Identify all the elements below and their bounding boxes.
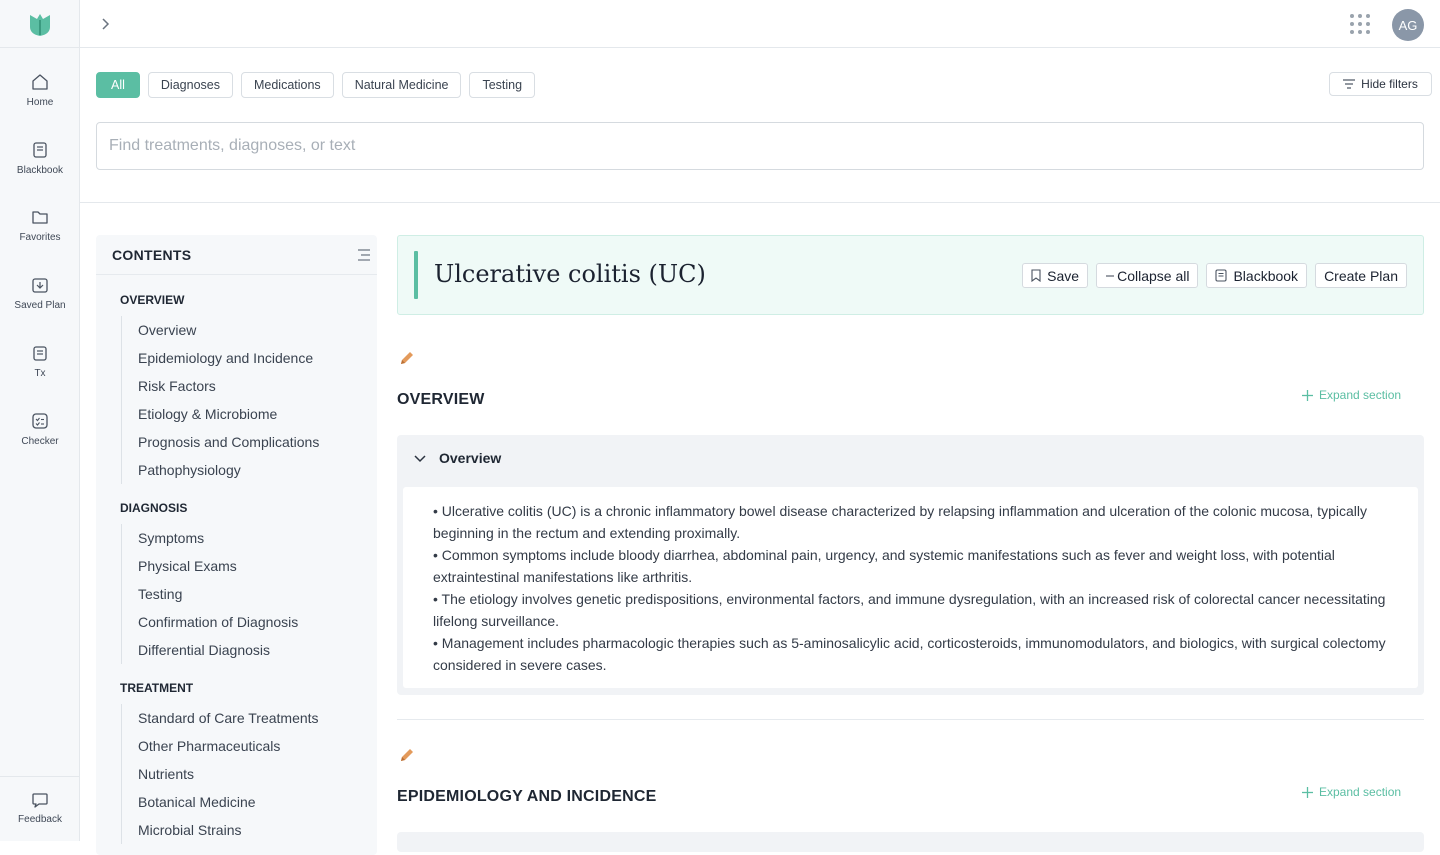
toc-link[interactable]: Microbial Strains	[122, 816, 319, 844]
filter-chip-testing[interactable]: Testing	[469, 72, 536, 98]
toc-link[interactable]: Other Pharmaceuticals	[122, 732, 319, 760]
toc-group-diagnosis: Symptoms Physical Exams Testing Confirma…	[121, 524, 298, 664]
toc-link[interactable]: Risk Factors	[122, 372, 319, 400]
plus-icon	[1302, 389, 1313, 401]
toc-link[interactable]: Epidemiology and Incidence	[122, 344, 319, 372]
search-input[interactable]	[96, 122, 1424, 170]
section-title-overview: OVERVIEW	[397, 391, 485, 408]
rail-label: Checker	[21, 436, 59, 447]
rail-label: Blackbook	[16, 165, 64, 176]
page-title: Ulcerative colitis (UC)	[434, 260, 706, 288]
expand-section-label: Expand section	[1319, 785, 1402, 799]
filter-icon	[1343, 79, 1356, 89]
chevron-right-icon[interactable]	[96, 15, 114, 33]
clipboard-icon	[33, 346, 47, 361]
rail-item-saved-plan[interactable]: Saved Plan	[0, 276, 80, 311]
overview-panel-toggle[interactable]: Overview	[397, 435, 1424, 481]
rail-label: Tx	[34, 368, 46, 379]
filter-chips: All Diagnoses Medications Natural Medici…	[96, 72, 536, 98]
minus-icon	[1106, 274, 1115, 277]
collapse-all-label: Collapse all	[1117, 267, 1190, 284]
bullet: • Ulcerative colitis (UC) is a chronic i…	[433, 503, 1367, 541]
panel-title: Overview	[439, 450, 502, 466]
blackbook-label: Blackbook	[1233, 267, 1299, 284]
rail-item-home[interactable]: Home	[0, 73, 80, 108]
saved-plan-icon	[32, 278, 48, 293]
overview-panel: Overview • Ulcerative colitis (UC) is a …	[397, 435, 1424, 695]
toc-link[interactable]: Standard of Care Treatments	[122, 704, 319, 732]
toc-link[interactable]: Symptoms	[122, 524, 298, 552]
rail-label: Saved Plan	[14, 300, 66, 311]
epidemiology-panel	[397, 832, 1424, 852]
home-icon	[32, 74, 48, 90]
save-button[interactable]: Save	[1022, 263, 1089, 288]
toc-link[interactable]: Prognosis and Complications	[122, 428, 319, 456]
blackbook-button[interactable]: Blackbook	[1206, 263, 1308, 288]
hide-filters-label: Hide filters	[1361, 77, 1418, 91]
overview-content: • Ulcerative colitis (UC) is a chronic i…	[403, 487, 1418, 688]
left-rail: Home Blackbook Favorites Saved Plan Tx C…	[0, 0, 80, 841]
toc-section-overview[interactable]: OVERVIEW	[120, 293, 184, 307]
book-icon	[1215, 269, 1228, 282]
expand-section-button[interactable]: Expand section	[1302, 388, 1401, 402]
rail-item-tx[interactable]: Tx	[0, 344, 80, 379]
rail-item-favorites[interactable]: Favorites	[0, 208, 80, 243]
rail-label: Home	[26, 97, 54, 108]
filter-chip-diagnoses[interactable]: Diagnoses	[147, 72, 233, 98]
apps-grid-icon[interactable]	[1349, 13, 1371, 35]
pencil-icon[interactable]	[399, 350, 415, 366]
expand-section-button[interactable]: Expand section	[1302, 785, 1401, 799]
title-accent-bar	[414, 251, 418, 299]
toc-link[interactable]: Confirmation of Diagnosis	[122, 608, 298, 636]
rail-item-checker[interactable]: Checker	[0, 412, 80, 447]
leaf-logo-icon	[29, 13, 50, 36]
bullet: • The etiology involves genetic predispo…	[433, 591, 1386, 629]
save-label: Save	[1047, 267, 1080, 284]
rail-item-feedback[interactable]: Feedback	[0, 776, 80, 841]
top-bar: AG	[80, 0, 1440, 48]
chat-bubble-icon	[32, 793, 48, 808]
hide-filters-button[interactable]: Hide filters	[1329, 72, 1432, 96]
toc-link[interactable]: Physical Exams	[122, 552, 298, 580]
rail-item-blackbook[interactable]: Blackbook	[0, 141, 80, 176]
chevron-down-icon	[414, 455, 426, 463]
header-divider	[80, 202, 1440, 203]
contents-sidebar: CONTENTS OVERVIEW Overview Epidemiology …	[96, 235, 377, 855]
toc-link[interactable]: Etiology & Microbiome	[122, 400, 319, 428]
app-logo[interactable]	[0, 0, 79, 48]
contents-title: CONTENTS	[96, 235, 377, 275]
toc-link[interactable]: Botanical Medicine	[122, 788, 319, 816]
toc-link[interactable]: Testing	[122, 580, 298, 608]
filter-chip-natural-medicine[interactable]: Natural Medicine	[341, 72, 462, 98]
filter-chip-medications[interactable]: Medications	[240, 72, 334, 98]
toc-section-diagnosis[interactable]: DIAGNOSIS	[120, 501, 187, 515]
collapse-all-button[interactable]: Collapse all	[1096, 263, 1199, 288]
toc-group-treatment: Standard of Care Treatments Other Pharma…	[121, 704, 319, 844]
toc-link[interactable]: Overview	[122, 316, 319, 344]
bookmark-icon	[1031, 269, 1041, 282]
section-divider	[397, 719, 1424, 720]
article-actions: Save Collapse all Blackbook Create Plan	[1022, 263, 1407, 288]
expand-section-label: Expand section	[1319, 388, 1402, 402]
list-menu-icon[interactable]	[357, 248, 371, 262]
checker-icon	[32, 413, 48, 429]
article-header: Ulcerative colitis (UC) Save Collapse al…	[397, 235, 1424, 315]
toc-section-treatment[interactable]: TREATMENT	[120, 681, 193, 695]
create-plan-button[interactable]: Create Plan	[1315, 263, 1407, 288]
rail-label: Feedback	[18, 814, 62, 825]
bullet: • Management includes pharmacologic ther…	[433, 635, 1386, 673]
book-icon	[33, 142, 47, 158]
folder-icon	[32, 211, 48, 224]
filter-chip-all[interactable]: All	[96, 72, 140, 98]
rail-label: Favorites	[19, 232, 61, 243]
pencil-icon[interactable]	[399, 747, 415, 763]
toc-link[interactable]: Pathophysiology	[122, 456, 319, 484]
bullet: • Common symptoms include bloody diarrhe…	[433, 547, 1335, 585]
avatar[interactable]: AG	[1392, 9, 1424, 41]
plus-icon	[1302, 786, 1313, 798]
toc-link[interactable]: Nutrients	[122, 760, 319, 788]
toc-link[interactable]: Differential Diagnosis	[122, 636, 298, 664]
toc-group-overview: Overview Epidemiology and Incidence Risk…	[121, 316, 319, 484]
section-title-epidemiology: EPIDEMIOLOGY AND INCIDENCE	[397, 788, 657, 805]
